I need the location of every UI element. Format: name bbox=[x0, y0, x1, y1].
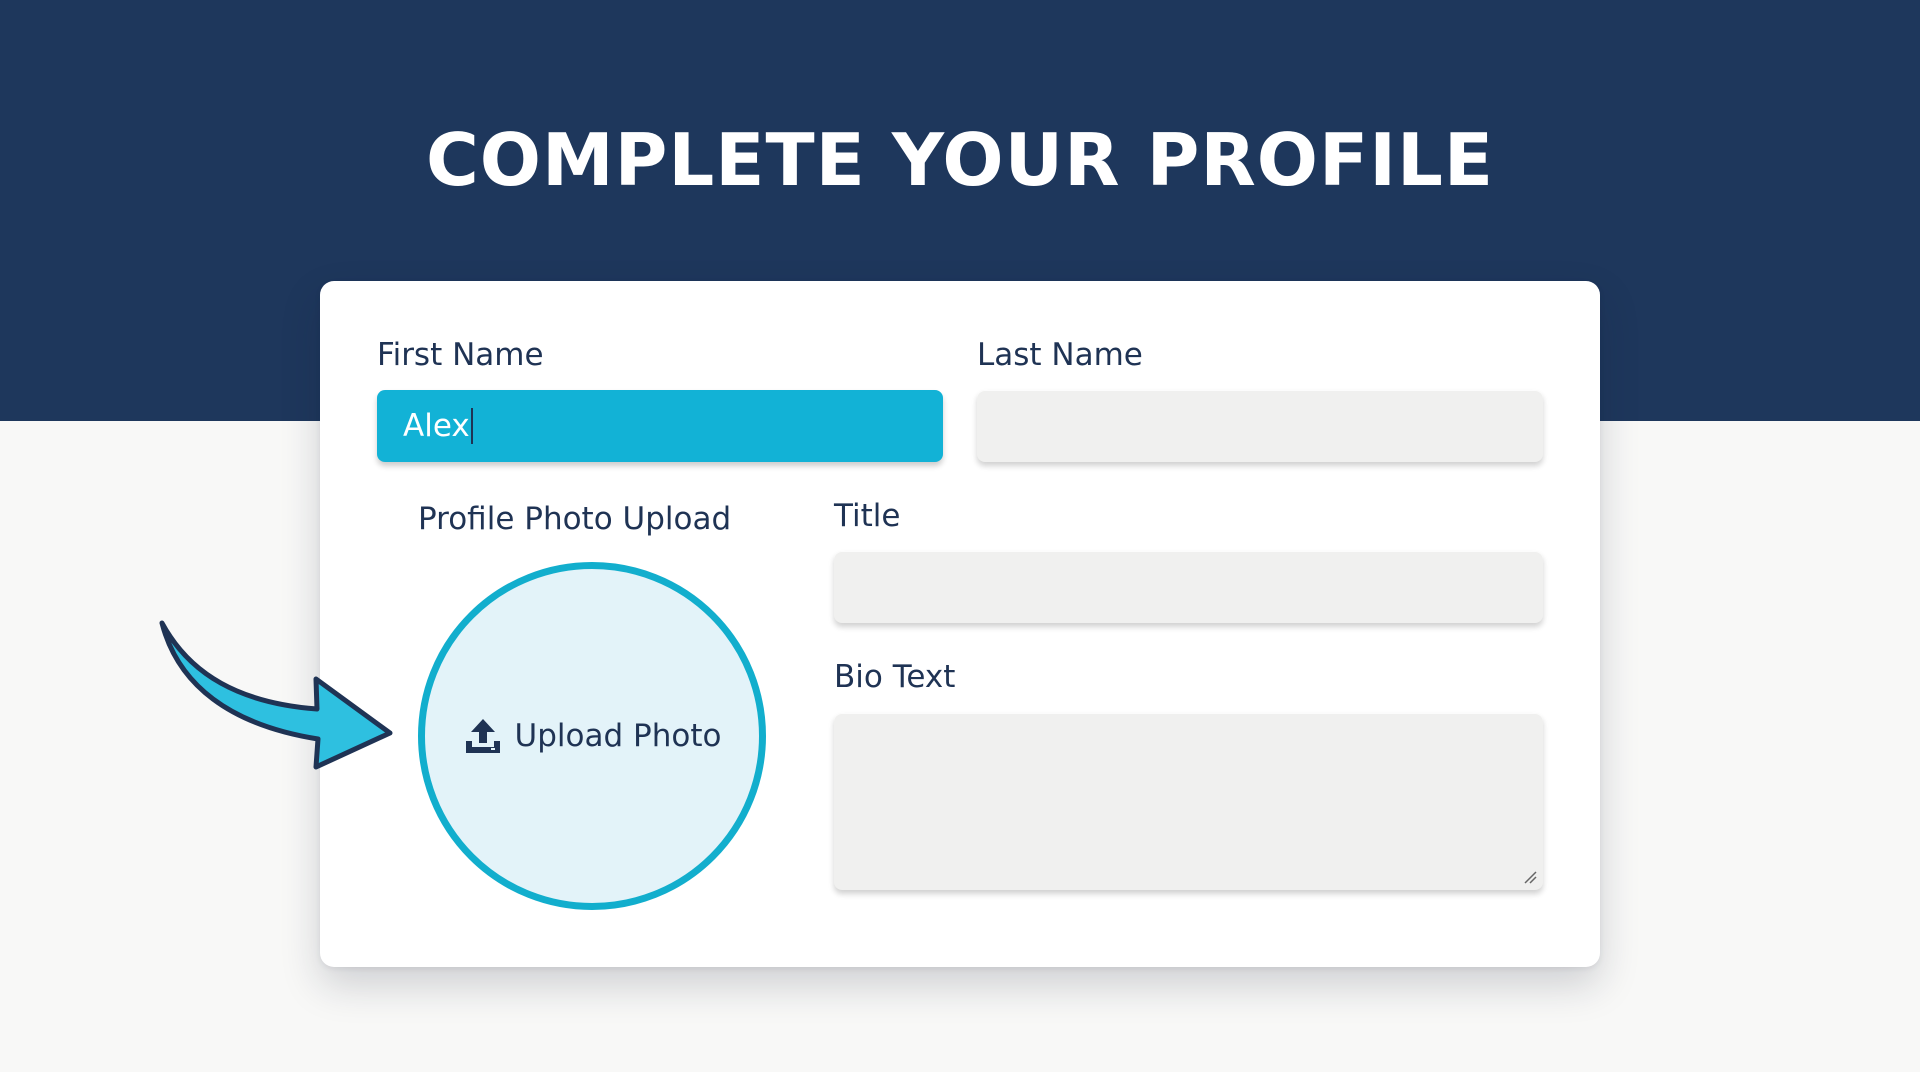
arrow-pointer-icon bbox=[159, 620, 393, 770]
profile-photo-label: Profile Photo Upload bbox=[418, 501, 732, 537]
upload-photo-content: Upload Photo bbox=[463, 716, 722, 756]
first-name-value: Alex bbox=[403, 408, 470, 444]
text-caret bbox=[470, 408, 473, 444]
last-name-input[interactable] bbox=[977, 390, 1543, 462]
upload-photo-button[interactable]: Upload Photo bbox=[418, 562, 766, 910]
first-name-input[interactable]: Alex bbox=[377, 390, 943, 462]
bio-textarea[interactable] bbox=[834, 713, 1543, 890]
title-label: Title bbox=[834, 498, 901, 534]
bio-text-label: Bio Text bbox=[834, 659, 956, 695]
profile-page: COMPLETE YOUR PROFILE First Name Alex La… bbox=[0, 0, 1920, 1072]
first-name-label: First Name bbox=[377, 337, 544, 373]
page-title: COMPLETE YOUR PROFILE bbox=[425, 118, 1495, 202]
resize-grip-icon[interactable] bbox=[1523, 870, 1537, 884]
title-input[interactable] bbox=[834, 551, 1543, 623]
last-name-label: Last Name bbox=[977, 337, 1143, 373]
upload-photo-label: Upload Photo bbox=[514, 718, 722, 754]
upload-icon bbox=[465, 719, 500, 753]
